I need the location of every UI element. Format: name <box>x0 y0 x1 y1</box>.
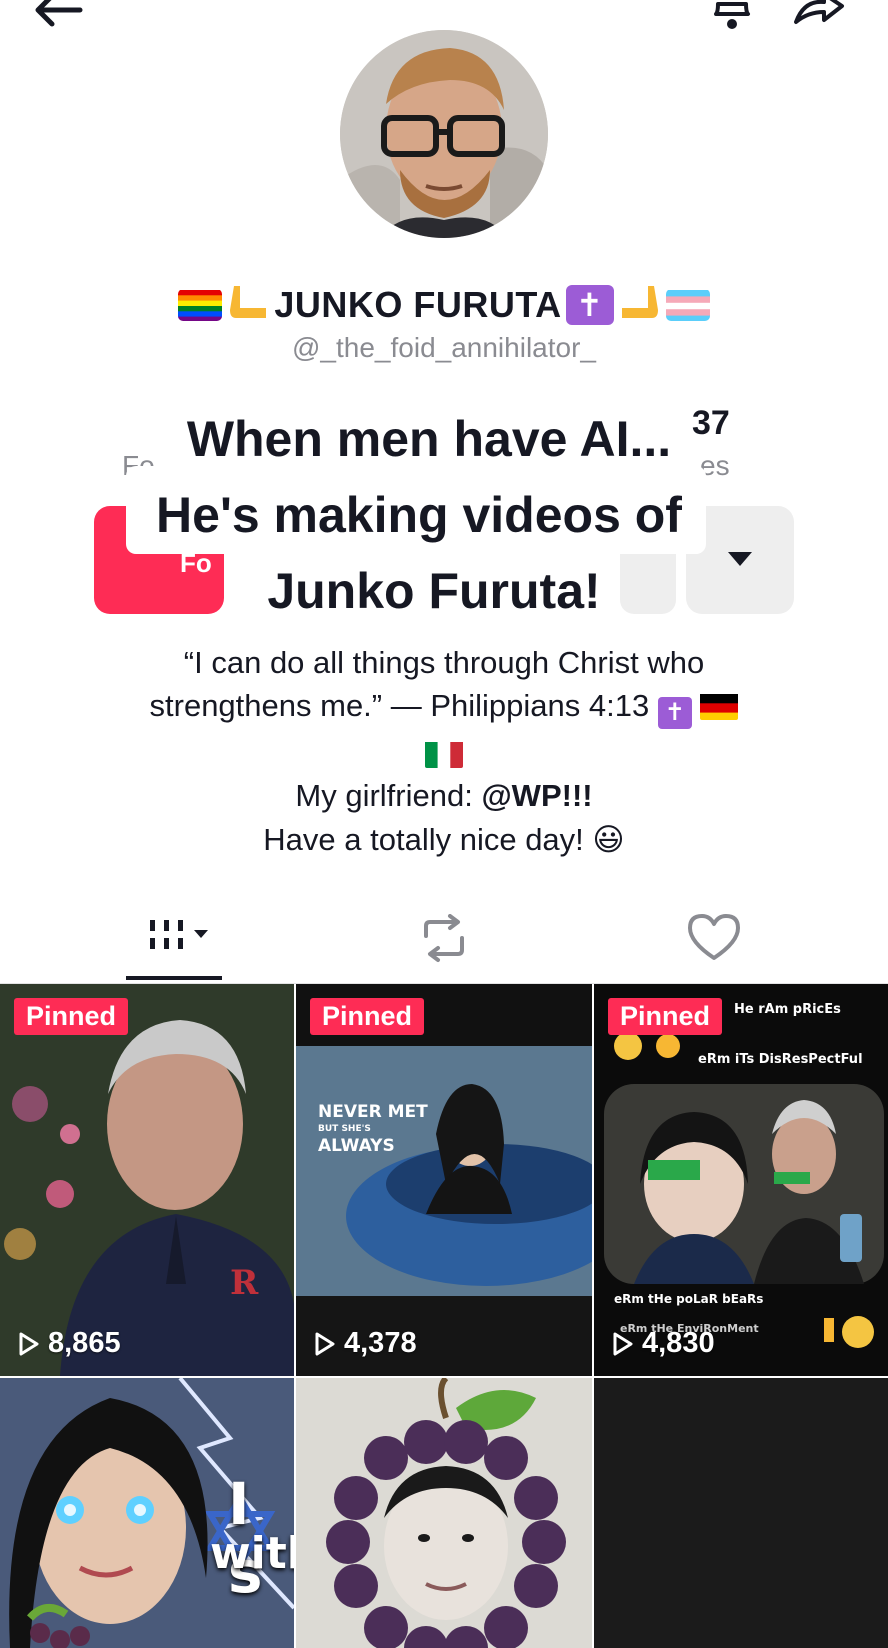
video-tile[interactable] <box>296 1378 592 1648</box>
view-count-value: 4,378 <box>344 1327 417 1359</box>
video-tile[interactable]: R Pinned 8,865 <box>0 984 294 1376</box>
pushing-hand-left-icon <box>226 282 270 329</box>
video-thumbnail <box>296 1378 592 1648</box>
share-icon <box>794 0 844 24</box>
bio-line-2-text: strengthens me.” — Philippians 4:13 <box>149 688 650 723</box>
view-count: 8,865 <box>18 1327 121 1360</box>
bio-line-3 <box>0 732 888 773</box>
tab-liked[interactable] <box>686 912 742 967</box>
play-outline-icon <box>315 1332 335 1355</box>
video-tile[interactable]: NEVER MET BUT SHE'S ALWAYS Pinned 4,378 <box>296 984 592 1376</box>
notification-button[interactable] <box>708 0 756 37</box>
active-tab-indicator <box>126 976 222 980</box>
thumbnail-text: BUT SHE'S <box>318 1124 371 1134</box>
pushing-hand-right-icon <box>618 282 662 329</box>
arrow-left-icon <box>35 0 83 27</box>
video-thumbnail <box>296 984 592 1376</box>
view-count-value: 8,865 <box>48 1327 121 1359</box>
play-outline-icon <box>19 1332 39 1355</box>
heart-outline-icon <box>688 914 740 960</box>
transgender-flag-icon <box>665 289 710 321</box>
rainbow-flag-icon <box>178 289 223 321</box>
thumbnail-text: NEVER MET <box>318 1102 428 1122</box>
latin-cross-icon: ✝ <box>657 696 692 729</box>
latin-cross-icon: ✝ <box>565 285 614 325</box>
germany-flag-icon <box>700 692 739 720</box>
share-button[interactable] <box>790 0 848 37</box>
back-button[interactable] <box>30 0 86 37</box>
pinned-badge: Pinned <box>608 998 723 1035</box>
thumbnail-text: ALWAYS <box>318 1136 395 1156</box>
profile-photo <box>340 30 548 238</box>
profile-tabs <box>0 900 888 982</box>
play-outline-icon <box>613 1332 633 1355</box>
video-thumbnail <box>594 984 888 1376</box>
video-tile[interactable] <box>594 1378 888 1648</box>
view-count-value: 4,830 <box>642 1327 715 1359</box>
thumbnail-text: eRm tHe poLaR bEaRs <box>614 1292 764 1306</box>
bio-line-girlfriend: My girlfriend: @WP!!! <box>0 776 888 817</box>
tab-videos[interactable] <box>148 912 218 967</box>
display-name-row: JUNKO FURUTA ✝ <box>0 280 888 330</box>
pinned-badge: Pinned <box>310 998 425 1035</box>
grid-columns-icon <box>150 920 208 949</box>
repost-icon <box>424 914 464 962</box>
bio-line-2: strengthens me.” — Philippians 4:13 ✝ <box>0 686 888 729</box>
view-count: 4,378 <box>314 1327 417 1360</box>
pinned-badge: Pinned <box>14 998 129 1035</box>
view-count: 4,830 <box>612 1327 715 1360</box>
tab-reposts[interactable] <box>416 914 472 969</box>
svg-text:R: R <box>230 1263 259 1303</box>
bell-icon <box>714 2 750 29</box>
caption-line-2: He's making videos of <box>156 487 682 543</box>
bio-line-nice-day: Have a totally nice day! 😃 <box>263 822 625 857</box>
video-tile[interactable]: He rAm pRicEs eRm iTs DisResPectFul eRm … <box>594 984 888 1376</box>
thumbnail-text: eRm iTs DisResPectFul <box>698 1052 863 1067</box>
italy-flag-icon <box>425 740 463 768</box>
video-tile[interactable]: I s with <box>0 1378 294 1648</box>
username-handle: @_the_foid_annihilator_ <box>292 332 596 363</box>
bio-line-1: “I can do all things through Christ who <box>183 645 705 680</box>
thumbnail-text: He rAm pRicEs <box>734 1002 841 1017</box>
avatar[interactable] <box>340 30 548 238</box>
caption-line-1: When men have AI... <box>186 411 672 467</box>
bio-girlfriend-prefix: My girlfriend: <box>295 778 482 813</box>
video-thumbnail: R <box>0 984 294 1376</box>
caption-line-3: Junko Furuta! <box>267 563 601 619</box>
thumbnail-text: with <box>210 1528 294 1579</box>
chevron-down-icon <box>728 552 752 566</box>
display-name: JUNKO FURUTA <box>274 284 562 325</box>
girlfriend-mention-link[interactable]: @WP!!! <box>481 778 592 813</box>
